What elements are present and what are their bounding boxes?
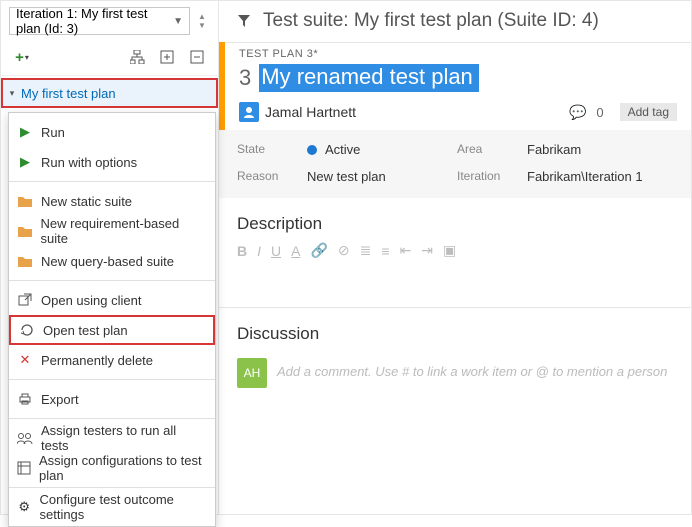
tree-item-my-first-test-plan[interactable]: ▾ My first test plan <box>1 78 218 108</box>
iteration-dropdown-text: Iteration 1: My first test plan (Id: 3) <box>16 6 173 36</box>
reason-label: Reason <box>237 169 297 184</box>
underline-button[interactable]: U <box>271 243 281 259</box>
state-label: State <box>237 142 297 157</box>
plus-icon: + <box>15 49 24 66</box>
comment-count: 0 <box>596 105 603 120</box>
iteration-label: Iteration <box>457 169 517 184</box>
caret-down-icon[interactable]: ▾ <box>5 88 19 99</box>
collapse-button[interactable] <box>184 45 210 69</box>
link-button[interactable]: 🔗 <box>310 242 327 259</box>
status-dot-icon <box>307 145 317 155</box>
folder-icon <box>17 193 33 209</box>
menu-assign-configurations[interactable]: Assign configurations to test plan <box>9 453 215 483</box>
config-icon <box>17 460 31 476</box>
gear-icon: ⚙ <box>17 499 31 515</box>
outdent-button[interactable]: ⇤ <box>400 242 412 259</box>
page-title: Test suite: My first test plan (Suite ID… <box>263 10 599 32</box>
menu-label: Open using client <box>41 293 141 308</box>
assigned-to[interactable]: Jamal Hartnett <box>265 104 356 120</box>
context-menu: ▶Run ▶Run with options New static suite … <box>8 112 216 527</box>
area-value[interactable]: Fabrikam <box>527 142 673 157</box>
current-user-avatar: AH <box>237 358 267 388</box>
tree-item-label: My first test plan <box>21 86 116 101</box>
new-button[interactable]: +▾ <box>9 45 35 69</box>
print-icon <box>17 391 33 407</box>
numbered-list-button[interactable]: ≡ <box>381 243 389 259</box>
menu-new-static-suite[interactable]: New static suite <box>9 186 215 216</box>
menu-label: Run with options <box>41 155 137 170</box>
menu-label: Permanently delete <box>41 353 153 368</box>
menu-label: New requirement-based suite <box>41 216 206 246</box>
delete-icon: ✕ <box>17 352 33 368</box>
menu-export[interactable]: Export <box>9 384 215 414</box>
indent-button[interactable]: ⇥ <box>421 242 433 259</box>
menu-new-query-suite[interactable]: New query-based suite <box>9 246 215 276</box>
state-text: Active <box>325 142 360 157</box>
rich-text-toolbar: B I U A 🔗 ⊘ ≣ ≡ ⇤ ⇥ ▣ <box>219 238 691 267</box>
menu-label: Configure test outcome settings <box>39 492 205 522</box>
play-icon: ▶ <box>17 154 33 170</box>
spinner-icon[interactable]: ▲▼ <box>198 10 212 32</box>
menu-label: Open test plan <box>43 323 128 338</box>
work-item-title-input[interactable]: My renamed test plan <box>259 64 479 92</box>
menu-run-with-options[interactable]: ▶ Run with options <box>9 147 215 177</box>
menu-open-using-client[interactable]: Open using client <box>9 285 215 315</box>
chevron-down-icon: ▼ <box>173 16 183 27</box>
folder-query-icon <box>17 253 33 269</box>
description-input[interactable] <box>219 267 691 307</box>
font-color-button[interactable]: A <box>291 243 300 259</box>
remove-format-button[interactable]: ⊘ <box>338 242 350 259</box>
menu-assign-testers[interactable]: Assign testers to run all tests <box>9 423 215 453</box>
italic-button[interactable]: I <box>257 243 261 259</box>
breadcrumb: TEST PLAN 3* <box>239 48 677 60</box>
add-tag-button[interactable]: Add tag <box>620 103 677 121</box>
menu-open-test-plan[interactable]: Open test plan <box>9 315 215 345</box>
filter-icon[interactable] <box>237 14 253 28</box>
menu-run[interactable]: ▶ Run <box>9 117 215 147</box>
caret-down-icon: ▾ <box>25 53 29 62</box>
avatar <box>239 102 259 122</box>
menu-permanently-delete[interactable]: ✕ Permanently delete <box>9 345 215 375</box>
bold-button[interactable]: B <box>237 243 247 259</box>
flow-icon <box>130 50 145 64</box>
folder-req-icon <box>17 223 33 239</box>
collapse-icon <box>190 50 204 64</box>
menu-label: Assign testers to run all tests <box>41 423 205 453</box>
bulleted-list-button[interactable]: ≣ <box>360 242 372 259</box>
reason-value[interactable]: New test plan <box>307 169 447 184</box>
tree-clone-button[interactable] <box>124 45 150 69</box>
menu-label: New query-based suite <box>41 254 174 269</box>
menu-label: New static suite <box>41 194 132 209</box>
play-icon: ▶ <box>17 124 33 140</box>
external-icon <box>17 292 33 308</box>
description-heading: Description <box>219 198 691 238</box>
image-button[interactable]: ▣ <box>443 242 456 259</box>
discussion-placeholder: Add a comment. Use # to link a work item… <box>277 364 667 379</box>
menu-label: Assign configurations to test plan <box>39 453 205 483</box>
area-label: Area <box>457 142 517 157</box>
open-icon <box>19 322 35 338</box>
menu-label: Export <box>41 392 79 407</box>
expand-button[interactable] <box>154 45 180 69</box>
menu-label: Run <box>41 125 65 140</box>
expand-icon <box>160 50 174 64</box>
discussion-heading: Discussion <box>219 308 691 348</box>
left-toolbar: +▾ <box>1 41 218 76</box>
iteration-dropdown[interactable]: Iteration 1: My first test plan (Id: 3) … <box>9 7 190 35</box>
menu-new-requirement-suite[interactable]: New requirement-based suite <box>9 216 215 246</box>
people-icon <box>17 430 33 446</box>
state-value[interactable]: Active <box>307 142 447 157</box>
work-item-id: 3 <box>239 65 251 91</box>
discussion-icon[interactable]: 💬 <box>569 104 586 121</box>
iteration-value[interactable]: Fabrikam\Iteration 1 <box>527 169 673 184</box>
menu-configure-outcome[interactable]: ⚙ Configure test outcome settings <box>9 492 215 522</box>
discussion-input[interactable]: Add a comment. Use # to link a work item… <box>277 358 673 379</box>
metadata-panel: State Active Area Fabrikam Reason New te… <box>219 130 691 198</box>
